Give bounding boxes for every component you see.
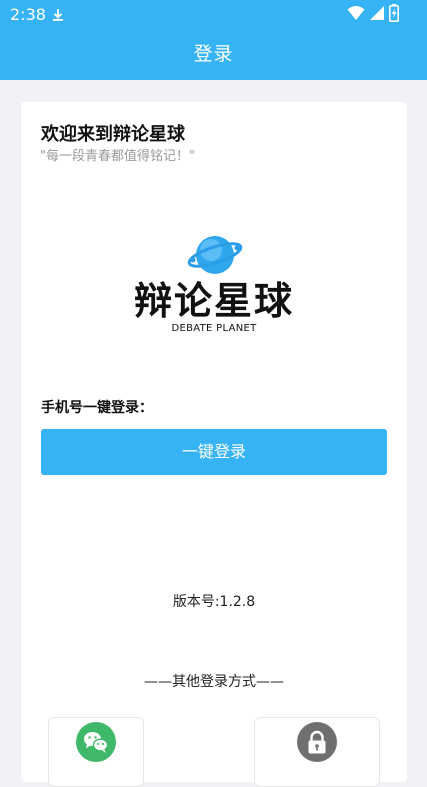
page-title: 登录 <box>193 43 234 65</box>
status-bar: 2:38 <box>0 0 427 30</box>
wechat-icon <box>76 722 116 762</box>
one-key-login-button[interactable]: 一键登录 <box>41 429 387 475</box>
app-bar: 登录 <box>0 30 427 80</box>
cell-signal-icon <box>370 5 384 25</box>
welcome-title: 欢迎来到辩论星球 <box>41 124 185 145</box>
download-icon <box>50 7 66 23</box>
lock-icon <box>297 722 337 762</box>
password-login-button[interactable] <box>254 717 380 787</box>
logo-subtext: DEBATE PLANET <box>171 323 257 334</box>
other-login-label: ——其他登录方式—— <box>144 674 284 690</box>
wechat-login-button[interactable] <box>48 717 144 787</box>
slogan-text: "每一段青春都值得铭记！" <box>40 149 195 164</box>
status-icons <box>347 4 399 26</box>
status-time: 2:38 <box>10 5 46 24</box>
logo-wordmark: 辩论星球 <box>133 279 294 323</box>
planet-icon <box>187 230 243 280</box>
wifi-icon <box>347 5 365 25</box>
phone-login-label: 手机号一键登录： <box>41 400 153 416</box>
battery-charging-icon <box>389 4 399 26</box>
login-card: 欢迎来到辩论星球 "每一段青春都值得铭记！" 辩论星球 DEBATE PLANE… <box>21 102 407 787</box>
version-text: 版本号:1.2.8 <box>172 594 256 610</box>
